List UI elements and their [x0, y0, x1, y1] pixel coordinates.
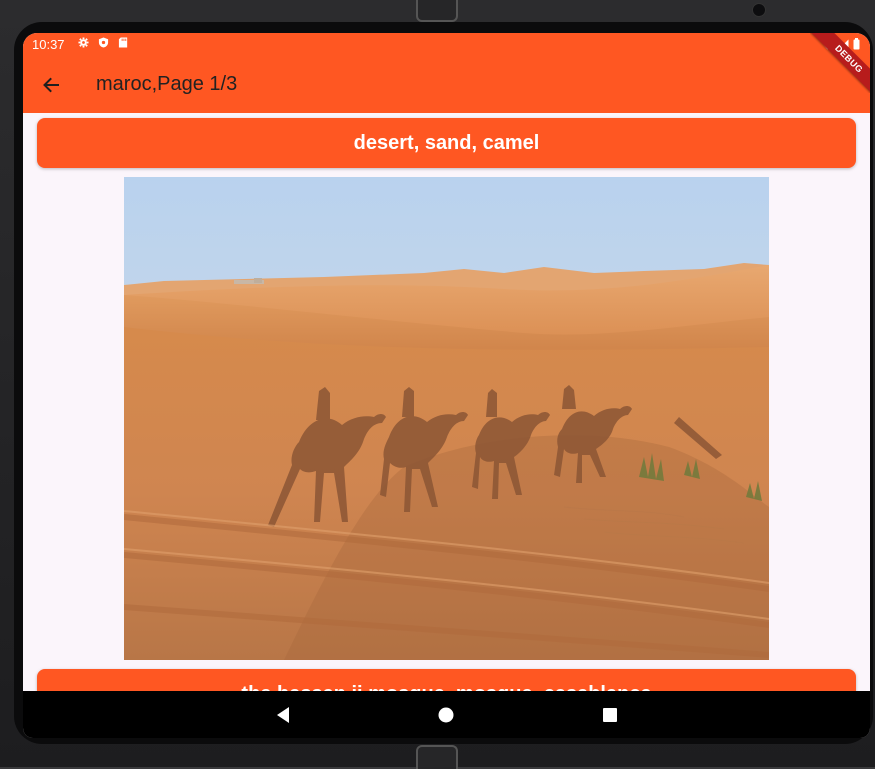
navigation-bar [23, 691, 870, 738]
camera-icon [752, 3, 766, 17]
screen: 10:37 maroc,Page 1/3 DEBUG desert, sand,… [23, 33, 870, 738]
nav-recents-button[interactable] [598, 703, 622, 727]
keywords-banner[interactable]: desert, sand, camel [37, 118, 856, 168]
recents-square-icon [603, 708, 617, 722]
debug-ribbon-container: DEBUG [810, 33, 870, 93]
app-bar: maroc,Page 1/3 [23, 57, 870, 113]
shield-icon [98, 37, 109, 48]
device-hinge-top [416, 0, 458, 22]
page-title: maroc,Page 1/3 [96, 73, 238, 95]
desert-photo [124, 177, 769, 660]
device-frame: 10:37 maroc,Page 1/3 DEBUG desert, sand,… [0, 0, 875, 769]
device-hinge-bottom [416, 745, 458, 769]
nav-home-button[interactable] [434, 703, 458, 727]
status-bar: 10:37 [23, 33, 870, 57]
sd-card-icon [118, 37, 128, 48]
status-icons [78, 37, 129, 48]
settings-icon [78, 37, 89, 48]
back-triangle-icon [277, 707, 289, 723]
home-circle-icon [438, 707, 454, 723]
debug-ribbon: DEBUG [810, 33, 870, 93]
nav-back-button[interactable] [271, 703, 295, 727]
back-button[interactable] [37, 71, 65, 99]
desert-camel-shadows-image [124, 177, 769, 660]
arrow-back-icon [43, 77, 59, 93]
status-time: 10:37 [32, 37, 65, 52]
